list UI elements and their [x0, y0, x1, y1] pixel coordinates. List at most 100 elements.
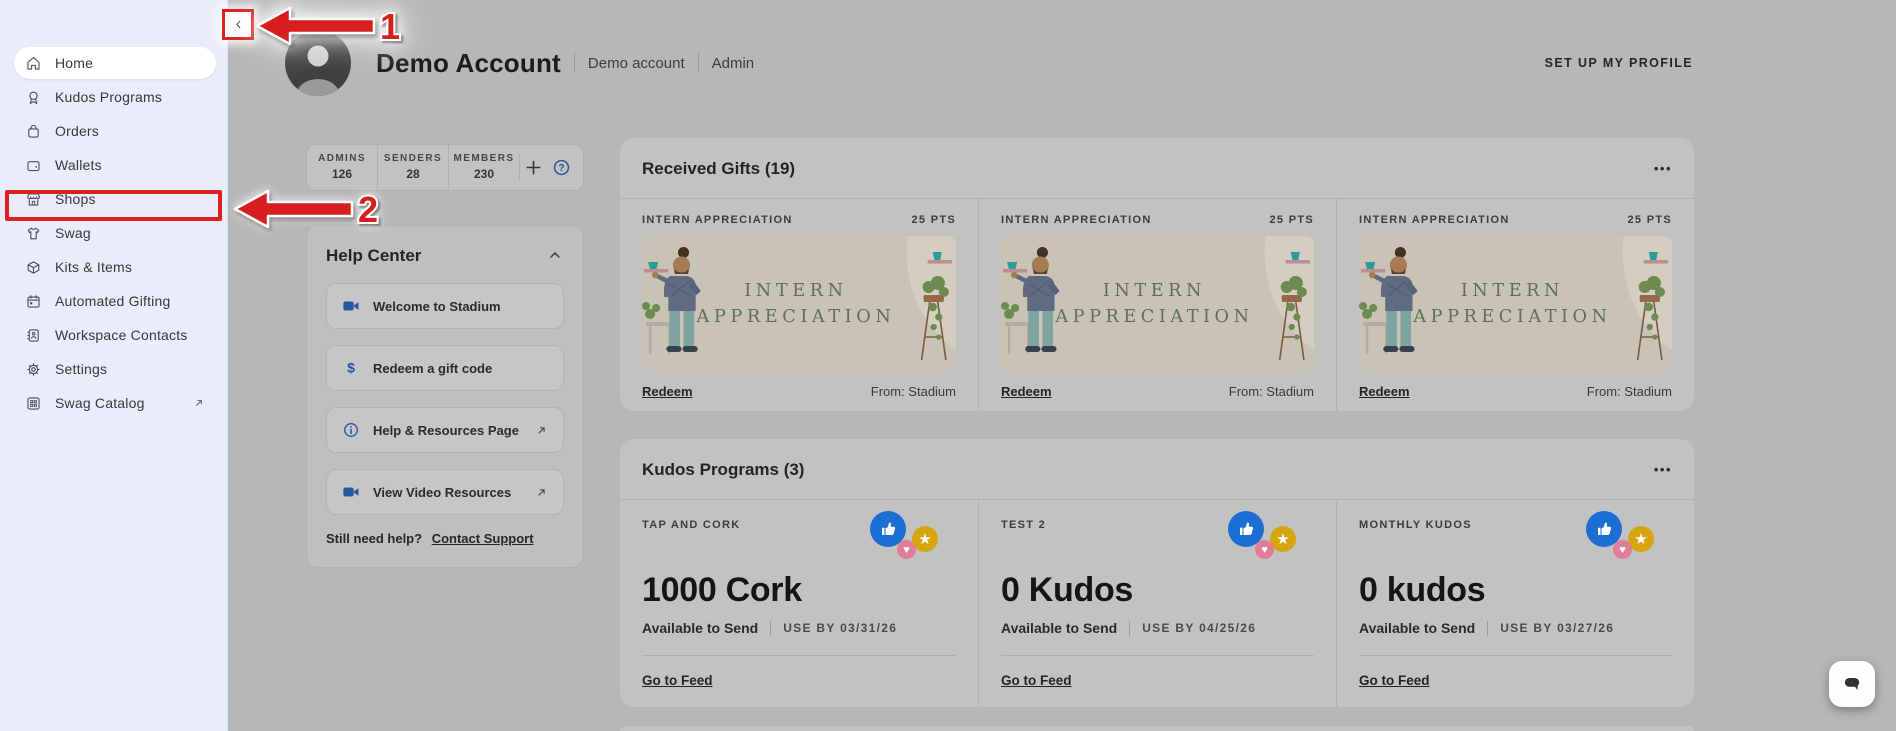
- sidebar-item-label: Home: [55, 55, 93, 71]
- gift-name: INTERN APPRECIATION: [1001, 214, 1152, 226]
- kudos-badge-icon: [25, 89, 42, 106]
- sidebar-item-orders[interactable]: Orders: [14, 115, 216, 147]
- gift-name: INTERN APPRECIATION: [642, 214, 793, 226]
- page-header: Demo Account Demo account Admin SET UP M…: [229, 0, 1896, 138]
- go-to-feed-link[interactable]: Go to Feed: [1001, 673, 1072, 688]
- kudos-reactions: ★ ♥: [1586, 511, 1660, 561]
- divider: [642, 655, 956, 656]
- go-to-feed-link[interactable]: Go to Feed: [642, 673, 713, 688]
- sidebar-item-kits-items[interactable]: Kits & Items: [14, 251, 216, 283]
- storefront-icon: [25, 191, 42, 208]
- go-to-feed-link[interactable]: Go to Feed: [1359, 673, 1430, 688]
- available-to-send-label: Available to Send: [1001, 620, 1117, 636]
- sidebar-item-label: Swag Catalog: [55, 395, 145, 411]
- gift-from-label: From: Stadium: [1229, 384, 1314, 399]
- stat-label: SENDERS: [378, 153, 448, 164]
- sidebar-item-label: Kudos Programs: [55, 89, 162, 105]
- help-item-welcome-to-stadium[interactable]: Welcome to Stadium: [326, 283, 564, 329]
- help-item-label: Redeem a gift code: [373, 361, 492, 376]
- sidebar-item-automated-gifting[interactable]: Automated Gifting: [14, 285, 216, 317]
- contact-support-link[interactable]: Contact Support: [432, 531, 534, 546]
- main-content: Demo Account Demo account Admin SET UP M…: [229, 0, 1896, 731]
- redeem-link[interactable]: Redeem: [642, 384, 693, 399]
- help-center-card: Help Center Welcome to Stadium Redeem a …: [306, 225, 584, 568]
- video-icon: [342, 483, 360, 501]
- help-item-view-video-resources[interactable]: View Video Resources: [326, 469, 564, 515]
- dollar-icon: [342, 359, 360, 377]
- redeem-link[interactable]: Redeem: [1001, 384, 1052, 399]
- wallet-icon: [25, 157, 42, 174]
- stat-value: 28: [378, 167, 448, 181]
- help-item-help-resources-page[interactable]: Help & Resources Page: [326, 407, 564, 453]
- sidebar-item-shops[interactable]: Shops: [14, 183, 216, 215]
- gift-points: 25 PTS: [1628, 214, 1673, 226]
- help-item-label: View Video Resources: [373, 485, 511, 500]
- help-footer: Still need help? Contact Support: [326, 531, 564, 546]
- kudos-programs-menu-button[interactable]: •••: [1654, 466, 1672, 474]
- sidebar-item-label: Swag: [55, 225, 91, 241]
- stat-value: 230: [449, 167, 519, 181]
- sidebar-item-label: Orders: [55, 123, 99, 139]
- sidebar-item-label: Workspace Contacts: [55, 327, 188, 343]
- kudos-reactions: ★ ♥: [870, 511, 944, 561]
- kudos-amount: 0 Kudos: [1001, 571, 1314, 610]
- set-up-profile-link[interactable]: SET UP MY PROFILE: [1545, 56, 1693, 70]
- gift-name: INTERN APPRECIATION: [1359, 214, 1510, 226]
- workspace-name: Demo account: [588, 55, 685, 72]
- divider: [770, 621, 771, 636]
- gift-image: [1001, 236, 1314, 371]
- help-item-label: Help & Resources Page: [373, 423, 519, 438]
- redeem-link[interactable]: Redeem: [1359, 384, 1410, 399]
- sidebar-item-settings[interactable]: Settings: [14, 353, 216, 385]
- add-members-button[interactable]: [524, 158, 543, 177]
- help-question-button[interactable]: [552, 158, 571, 177]
- received-gifts-menu-button[interactable]: •••: [1654, 165, 1672, 173]
- collapse-help-center-button[interactable]: [546, 247, 564, 265]
- calendar-icon: [25, 293, 42, 310]
- received-gifts-title: Received Gifts (19): [642, 159, 795, 179]
- role-label: Admin: [712, 55, 755, 72]
- external-link-icon: [535, 486, 548, 499]
- orders-bag-icon: [25, 123, 42, 140]
- sidebar: Home Kudos Programs Orders Wallets Shops…: [0, 0, 228, 731]
- next-section-card-edge: [620, 726, 1694, 731]
- sidebar-item-label: Shops: [55, 191, 96, 207]
- sidebar-item-kudos-programs[interactable]: Kudos Programs: [14, 81, 216, 113]
- kudos-program-card: MONTHLY KUDOS ★ ♥ 0 kudos Available to S…: [1336, 500, 1694, 707]
- gift-card: INTERN APPRECIATION 25 PTS Redeem From: …: [1336, 199, 1694, 411]
- external-link-icon: [535, 424, 548, 437]
- divider: [1129, 621, 1130, 636]
- sidebar-item-swag-catalog[interactable]: Swag Catalog: [14, 387, 216, 419]
- use-by-date: USE BY 04/25/26: [1142, 621, 1256, 635]
- sidebar-item-swag[interactable]: Swag: [14, 217, 216, 249]
- external-link-icon: [193, 397, 205, 409]
- page-title: Demo Account: [376, 48, 561, 79]
- kudos-program-card: TEST 2 ★ ♥ 0 Kudos Available to Send USE…: [978, 500, 1336, 707]
- chat-bubble-icon: [1839, 673, 1865, 695]
- kudos-program-name: TAP AND CORK: [642, 519, 741, 531]
- heart-icon: ♥: [1255, 540, 1274, 559]
- chat-widget-button[interactable]: [1829, 661, 1875, 707]
- sidebar-item-workspace-contacts[interactable]: Workspace Contacts: [14, 319, 216, 351]
- stat-label: MEMBERS: [449, 153, 519, 164]
- sidebar-collapse-button[interactable]: [222, 9, 254, 40]
- received-gifts-card: Received Gifts (19) ••• INTERN APPRECIAT…: [620, 138, 1694, 411]
- sidebar-item-home[interactable]: Home: [14, 47, 216, 79]
- app-root: Home Kudos Programs Orders Wallets Shops…: [0, 0, 1896, 731]
- use-by-date: USE BY 03/27/26: [1500, 621, 1614, 635]
- help-item-redeem-a-gift-code[interactable]: Redeem a gift code: [326, 345, 564, 391]
- heart-icon: ♥: [1613, 540, 1632, 559]
- sidebar-item-wallets[interactable]: Wallets: [14, 149, 216, 181]
- help-item-label: Welcome to Stadium: [373, 299, 501, 314]
- kudos-program-name: TEST 2: [1001, 519, 1046, 531]
- stat-label: ADMINS: [307, 153, 377, 164]
- stat-admins: ADMINS 126: [307, 145, 377, 190]
- kudos-program-card: TAP AND CORK ★ ♥ 1000 Cork Available to …: [620, 500, 978, 707]
- sidebar-item-label: Kits & Items: [55, 259, 132, 275]
- gift-card: INTERN APPRECIATION 25 PTS Redeem From: …: [978, 199, 1336, 411]
- sidebar-nav: Home Kudos Programs Orders Wallets Shops…: [0, 0, 227, 419]
- gift-card: INTERN APPRECIATION 25 PTS Redeem From: …: [620, 199, 978, 411]
- kudos-programs-card: Kudos Programs (3) ••• TAP AND CORK ★ ♥ …: [620, 439, 1694, 707]
- gift-points: 25 PTS: [912, 214, 957, 226]
- gift-image: [642, 236, 956, 371]
